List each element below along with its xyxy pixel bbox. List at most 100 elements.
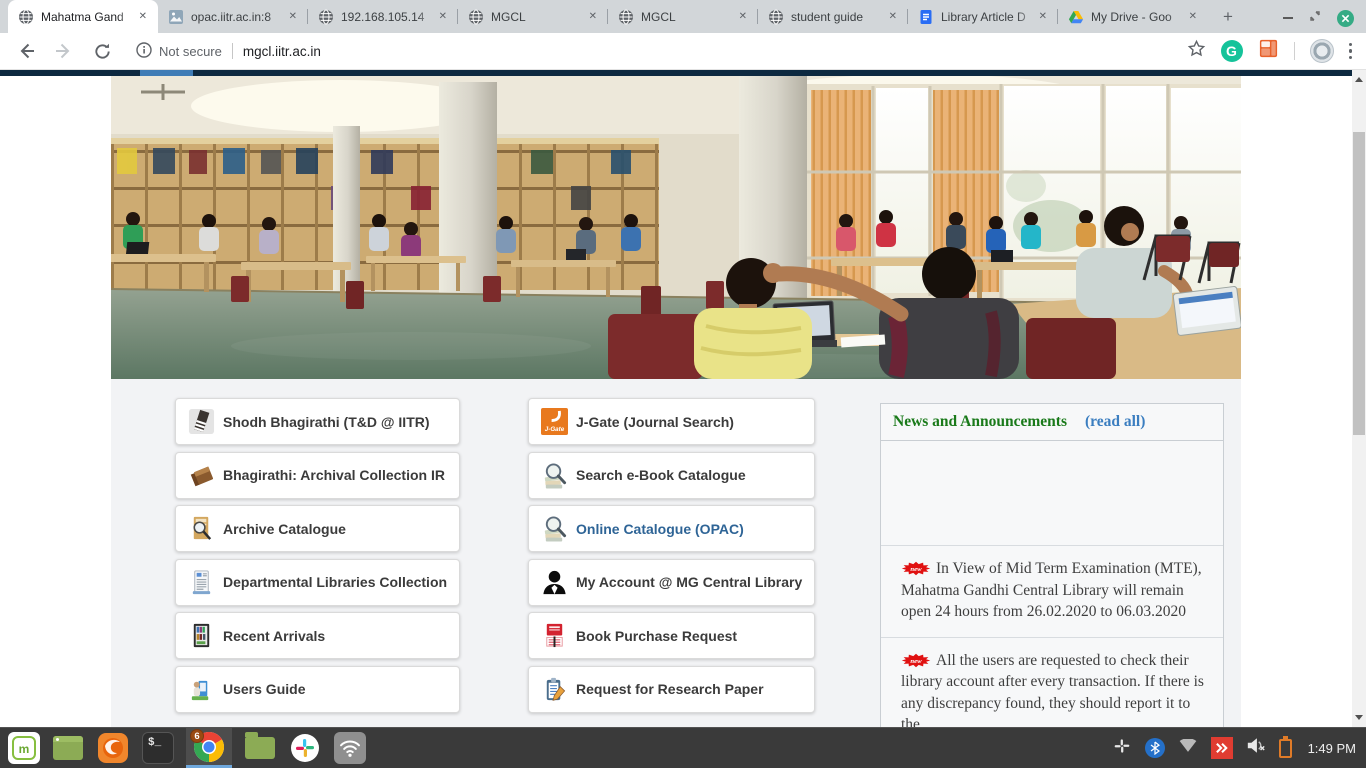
tab-mahatma-gandhi[interactable]: Mahatma Gand ✕	[8, 0, 158, 33]
google-docs-icon	[918, 9, 934, 25]
tab-my-drive[interactable]: My Drive - Goo ✕	[1058, 0, 1208, 33]
newspaper-icon	[188, 569, 215, 596]
link-search-ebook[interactable]: Search e-Book Catalogue	[528, 452, 815, 499]
tab-title: Library Article D	[941, 10, 1036, 24]
link-label: Users Guide	[223, 681, 305, 697]
link-jgate[interactable]: J-Gate J-Gate (Journal Search)	[528, 398, 815, 445]
link-label: Departmental Libraries Collection	[223, 574, 447, 590]
mint-menu-button[interactable]: m	[8, 732, 40, 764]
window-controls	[1283, 9, 1366, 33]
globe-icon	[618, 9, 634, 25]
tab-title: My Drive - Goo	[1091, 10, 1186, 24]
svg-text:new: new	[910, 566, 922, 573]
svg-text:new: new	[910, 657, 922, 664]
tab-title: MGCL	[491, 10, 586, 24]
link-label: J-Gate (Journal Search)	[576, 414, 734, 430]
chrome-taskbar-button[interactable]: 6	[186, 728, 232, 768]
tab-opac[interactable]: opac.iitr.ac.in:8 ✕	[158, 0, 308, 33]
restore-button[interactable]	[1309, 9, 1321, 27]
tab-close-icon[interactable]: ✕	[886, 9, 900, 24]
taskbar-clock[interactable]: 1:49 PM	[1305, 741, 1356, 756]
firefox-launcher[interactable]	[96, 731, 130, 765]
link-archive-catalogue[interactable]: Archive Catalogue	[175, 505, 460, 552]
tab-mgcl-1[interactable]: MGCL ✕	[458, 0, 608, 33]
link-shodh-bhagirathi[interactable]: Shodh Bhagirathi (T&D @ IITR)	[175, 398, 460, 445]
link-label: Online Catalogue (OPAC)	[576, 521, 744, 537]
profile-avatar[interactable]	[1310, 39, 1334, 63]
back-button[interactable]	[14, 39, 38, 63]
scroll-up-arrow[interactable]	[1352, 72, 1366, 87]
library-photo	[111, 76, 1241, 379]
volume-muted-icon[interactable]	[1246, 737, 1266, 759]
tab-title: opac.iitr.ac.in:8	[191, 10, 286, 24]
link-my-account[interactable]: My Account @ MG Central Library	[528, 559, 815, 606]
new-badge-icon: new	[901, 561, 931, 576]
tab-close-icon[interactable]: ✕	[136, 9, 150, 24]
tab-student-guide[interactable]: student guide ✕	[758, 0, 908, 33]
network-signal-icon[interactable]	[1178, 739, 1198, 758]
tab-close-icon[interactable]: ✕	[286, 9, 300, 24]
refresh-button[interactable]	[90, 39, 114, 63]
link-label: Search e-Book Catalogue	[576, 467, 746, 483]
link-opac[interactable]: Online Catalogue (OPAC)	[528, 505, 815, 552]
scrollbar-thumb[interactable]	[1353, 132, 1365, 435]
bookmark-star-icon[interactable]	[1187, 39, 1206, 63]
tab-close-icon[interactable]: ✕	[436, 9, 450, 24]
page-scrollbar[interactable]	[1352, 70, 1366, 727]
link-label: Bhagirathi: Archival Collection IR	[223, 467, 445, 483]
browser-menu-icon[interactable]	[1349, 43, 1353, 60]
show-desktop-button[interactable]	[51, 731, 85, 765]
globe-icon	[318, 9, 334, 25]
tab-close-icon[interactable]: ✕	[1186, 9, 1200, 24]
globe-icon	[18, 9, 34, 25]
address-bar-url[interactable]: mgcl.iitr.ac.in	[243, 44, 321, 59]
news-panel: News and Announcements (read all) newIn …	[880, 403, 1224, 727]
image-placeholder-icon	[168, 9, 184, 25]
tab-title: MGCL	[641, 10, 736, 24]
read-all-link[interactable]: (read all)	[1085, 413, 1145, 430]
network-tool-launcher[interactable]	[333, 731, 367, 765]
sync-tray-icon[interactable]	[1211, 737, 1233, 759]
link-research-paper[interactable]: Request for Research Paper	[528, 666, 815, 713]
tab-close-icon[interactable]: ✕	[1036, 9, 1050, 24]
link-recent-arrivals[interactable]: Recent Arrivals	[175, 612, 460, 659]
clipboard-pencil-icon	[541, 676, 568, 703]
tab-close-icon[interactable]: ✕	[586, 9, 600, 24]
jgate-icon: J-Gate	[541, 408, 568, 435]
site-security[interactable]: Not secure	[136, 42, 222, 61]
chrome-window-count-badge: 6	[190, 729, 204, 743]
extension-icon[interactable]	[1258, 38, 1279, 64]
new-badge-icon: new	[901, 653, 931, 668]
tab-title: Mahatma Gand	[41, 10, 136, 24]
link-book-purchase[interactable]: Book Purchase Request	[528, 612, 815, 659]
svg-text:m: m	[19, 742, 30, 756]
catalogue-search-icon	[188, 515, 215, 542]
tab-mgcl-2[interactable]: MGCL ✕	[608, 0, 758, 33]
svg-text:J-Gate: J-Gate	[545, 426, 565, 433]
tab-title: student guide	[791, 10, 886, 24]
taskbar: m $_ 6 1:49 PM	[0, 727, 1366, 768]
link-label: Request for Research Paper	[576, 681, 764, 697]
grammarly-extension-icon[interactable]: G	[1221, 40, 1243, 62]
link-departmental-libraries[interactable]: Departmental Libraries Collection	[175, 559, 460, 606]
close-button[interactable]	[1337, 10, 1354, 27]
slack-launcher[interactable]	[288, 731, 322, 765]
archive-book-icon	[188, 462, 215, 489]
scroll-down-arrow[interactable]	[1352, 710, 1366, 725]
tab-library-article[interactable]: Library Article D ✕	[908, 0, 1058, 33]
forward-button[interactable]	[52, 39, 76, 63]
tab-ip-address[interactable]: 192.168.105.14 ✕	[308, 0, 458, 33]
battery-icon[interactable]	[1279, 739, 1292, 758]
file-manager-launcher[interactable]	[243, 731, 277, 765]
tab-close-icon[interactable]: ✕	[736, 9, 750, 24]
terminal-launcher[interactable]: $_	[141, 731, 175, 765]
new-tab-button[interactable]: +	[1214, 3, 1242, 31]
info-icon	[136, 42, 152, 61]
bluetooth-tray-icon[interactable]	[1145, 738, 1165, 758]
slack-tray-icon[interactable]	[1112, 736, 1132, 761]
link-users-guide[interactable]: Users Guide	[175, 666, 460, 713]
minimize-button[interactable]	[1283, 17, 1293, 19]
browser-toolbar: Not secure mgcl.iitr.ac.in G	[0, 33, 1366, 70]
link-label: My Account @ MG Central Library	[576, 574, 802, 590]
link-bhagirathi-archival[interactable]: Bhagirathi: Archival Collection IR	[175, 452, 460, 499]
